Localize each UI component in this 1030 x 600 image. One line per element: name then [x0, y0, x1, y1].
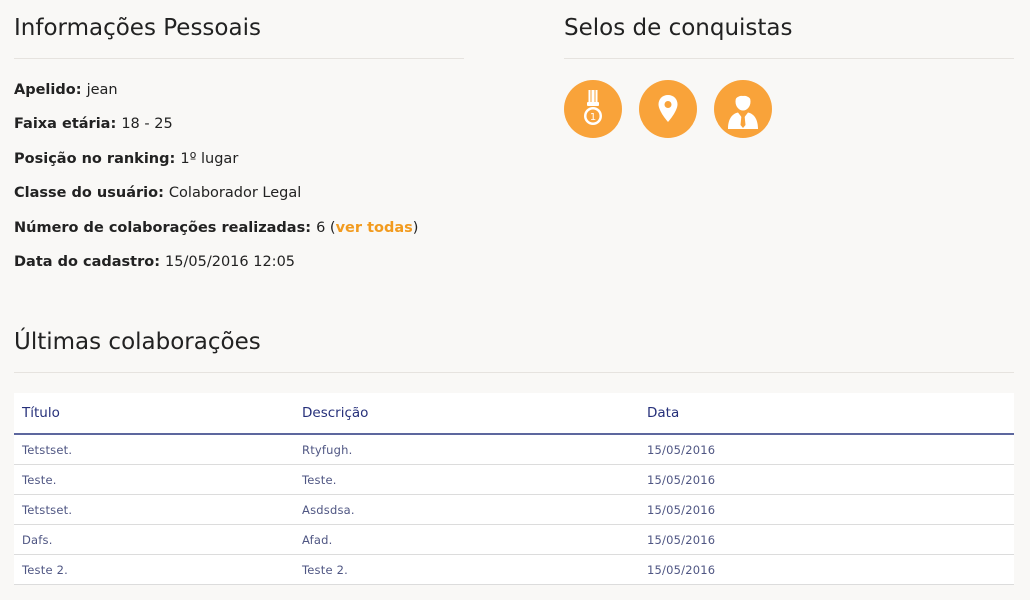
cell-date: 15/05/2016 [639, 464, 1014, 495]
collaborations-table-wrapper: Título Descrição Data Tetstset. Rtyfugh.… [14, 393, 1014, 585]
user-class-row: Classe do usuário: Colaborador Legal [14, 184, 464, 202]
ranking-value: 1º lugar [180, 150, 239, 167]
cell-title: Dafs. [14, 524, 294, 555]
personal-info-list: Apelido: jean Faixa etária: 18 - 25 Posi… [14, 81, 464, 271]
collab-count-label: Número de colaborações realizadas: [14, 219, 317, 236]
svg-text:1: 1 [590, 112, 596, 123]
column-header-date[interactable]: Data [639, 393, 1014, 435]
cell-date: 15/05/2016 [639, 524, 1014, 555]
collaborations-table: Título Descrição Data Tetstset. Rtyfugh.… [14, 393, 1014, 585]
collab-count-close-paren: ) [412, 219, 419, 236]
signup-date-label: Data do cadastro: [14, 253, 166, 270]
table-row[interactable]: Teste 2. Teste 2. 15/05/2016 [14, 554, 1014, 585]
cell-description: Rtyfugh. [294, 434, 639, 465]
signup-date-value: 15/05/2016 12:05 [165, 253, 296, 270]
cell-title: Teste 2. [14, 554, 294, 585]
recent-collaborations-title: Últimas colaborações [14, 329, 261, 355]
nickname-row: Apelido: jean [14, 81, 464, 99]
user-class-label: Classe do usuário: [14, 185, 169, 202]
table-row[interactable]: Tetstset. Asdsdsa. 15/05/2016 [14, 494, 1014, 525]
user-class-value: Colaborador Legal [168, 185, 302, 202]
table-header-row: Título Descrição Data [14, 393, 1014, 435]
map-pin-icon [658, 95, 678, 122]
nickname-value: jean [86, 82, 118, 98]
view-all-link[interactable]: ver todas [336, 220, 413, 236]
personal-info-divider [14, 58, 464, 59]
cell-description: Afad. [294, 524, 639, 555]
achievements-title: Selos de conquistas [564, 15, 793, 41]
ranking-label: Posição no ranking: [14, 150, 181, 167]
achievements-divider [564, 58, 1014, 59]
collab-count-value: 6 [316, 219, 330, 236]
personal-info-section: Informações Pessoais Apelido: jean Faixa… [14, 12, 464, 287]
cell-title: Tetstset. [14, 434, 294, 465]
businessman-icon [728, 91, 758, 129]
age-range-label: Faixa etária: [14, 116, 122, 133]
signup-date-row: Data do cadastro: 15/05/2016 12:05 [14, 253, 464, 271]
cell-date: 15/05/2016 [639, 554, 1014, 585]
cell-description: Teste 2. [294, 554, 639, 585]
badges-row: 1 [564, 80, 1014, 138]
profile-page: Informações Pessoais Apelido: jean Faixa… [0, 0, 1030, 600]
column-header-title[interactable]: Título [14, 393, 294, 435]
table-row[interactable]: Teste. Teste. 15/05/2016 [14, 464, 1014, 495]
cell-description: Teste. [294, 464, 639, 495]
cell-date: 15/05/2016 [639, 494, 1014, 525]
table-row[interactable]: Dafs. Afad. 15/05/2016 [14, 524, 1014, 555]
column-header-description[interactable]: Descrição [294, 393, 639, 435]
recent-collaborations-section: Últimas colaborações Título Descrição Da… [14, 326, 1014, 585]
badge-user[interactable] [714, 80, 772, 138]
achievements-section: Selos de conquistas 1 [564, 12, 1014, 138]
collab-count-row: Número de colaborações realizadas: 6 (ve… [14, 219, 464, 237]
recent-collaborations-divider [14, 372, 1014, 373]
personal-info-title: Informações Pessoais [14, 15, 261, 41]
cell-date: 15/05/2016 [639, 434, 1014, 465]
nickname-label: Apelido: [14, 82, 87, 98]
cell-title: Teste. [14, 464, 294, 495]
cell-title: Tetstset. [14, 494, 294, 525]
table-row[interactable]: Tetstset. Rtyfugh. 15/05/2016 [14, 434, 1014, 465]
ranking-row: Posição no ranking: 1º lugar [14, 150, 464, 168]
age-range-row: Faixa etária: 18 - 25 [14, 115, 464, 133]
cell-description: Asdsdsa. [294, 494, 639, 525]
medal-icon: 1 [584, 90, 602, 125]
age-range-value: 18 - 25 [121, 116, 173, 133]
badge-medal[interactable]: 1 [564, 80, 622, 138]
badge-location[interactable] [639, 80, 697, 138]
